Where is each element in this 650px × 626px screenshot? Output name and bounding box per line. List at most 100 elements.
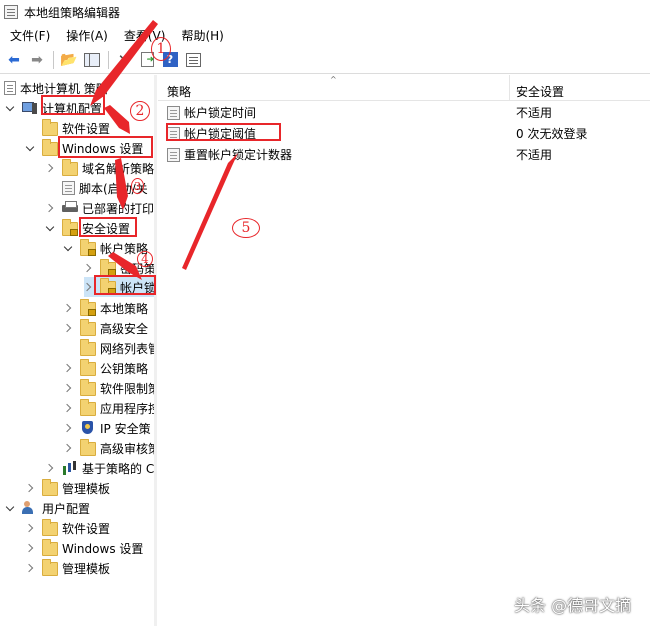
tree-label: 帐户策略 xyxy=(100,241,149,256)
tree-label: Windows 设置 xyxy=(62,541,144,556)
expand-chevron-icon[interactable] xyxy=(26,563,36,573)
expand-chevron-icon[interactable] xyxy=(6,503,16,513)
tree-item-user-windows-settings[interactable]: Windows 设置 xyxy=(26,538,143,558)
expand-chevron-icon[interactable] xyxy=(26,543,36,553)
expand-chevron-icon[interactable] xyxy=(46,203,56,213)
expand-chevron-icon[interactable] xyxy=(64,303,74,313)
tree-item-local-policies[interactable]: 本地策略 xyxy=(64,298,148,318)
tree-label: 安全设置 xyxy=(82,221,131,236)
tree-item-scripts[interactable]: 脚本(启动/关 xyxy=(62,178,148,198)
tree-label: 高级安全 xyxy=(100,321,149,336)
expand-chevron-icon[interactable] xyxy=(64,423,74,433)
tree-item-account-lockout[interactable]: 帐户锁 xyxy=(84,277,156,297)
tree-item-password-policy[interactable]: 密码策 xyxy=(84,258,156,278)
tree-item-advanced-audit[interactable]: 高级审核策 xyxy=(64,438,156,458)
tree-label: 应用程序控 xyxy=(100,401,157,416)
toolbar: ⬅ ➡ 📂 ✕ ? xyxy=(0,46,650,74)
tree-item-user-config[interactable]: 用户配置 xyxy=(6,498,90,518)
tree-label: 计算机配置 xyxy=(42,101,103,116)
expand-chevron-icon[interactable] xyxy=(26,143,36,153)
forward-arrow-icon[interactable]: ➡ xyxy=(26,49,48,71)
tree-item-computer-config[interactable]: 计算机配置 xyxy=(6,98,102,118)
sort-up-icon: ^ xyxy=(330,75,337,84)
folder-icon xyxy=(80,439,96,456)
column-header-label: 安全设置 xyxy=(516,85,565,99)
toolbar-separator xyxy=(53,50,54,69)
policy-name: 帐户锁定时间 xyxy=(184,106,257,120)
tree-item-security-settings[interactable]: 安全设置 xyxy=(46,218,130,238)
tree-item-admin-templates[interactable]: 管理模板 xyxy=(26,478,110,498)
expand-chevron-icon[interactable] xyxy=(64,323,74,333)
tree-item-software-settings[interactable]: 软件设置 xyxy=(42,118,110,138)
expand-chevron-icon[interactable] xyxy=(26,523,36,533)
scripts-icon xyxy=(62,181,75,195)
tree-item-advanced-security[interactable]: 高级安全 xyxy=(64,318,148,338)
tree-item-account-policies[interactable]: 帐户策略 xyxy=(64,238,148,258)
tree-item-deployed-printers[interactable]: 已部署的打印 xyxy=(46,198,154,218)
folder-icon xyxy=(42,559,58,576)
folder-icon xyxy=(80,379,96,396)
menu-action[interactable]: 操作(A) xyxy=(60,27,114,44)
help-icon: ? xyxy=(162,52,178,67)
policy-document-icon xyxy=(4,81,16,95)
folder-icon xyxy=(80,339,96,356)
tree-item-root[interactable]: 本地计算机 策略 xyxy=(4,78,108,98)
tree-item-app-control[interactable]: 应用程序控 xyxy=(64,398,157,418)
tree-item-user-software-settings[interactable]: 软件设置 xyxy=(26,518,110,538)
watermark-text: 头条 @德哥文摘 xyxy=(514,596,632,615)
export-list-button[interactable] xyxy=(136,49,158,71)
tree-scrollbar[interactable] xyxy=(154,75,157,626)
list-row[interactable]: 重置帐户锁定计数器 不适用 xyxy=(158,144,650,165)
expand-chevron-icon[interactable] xyxy=(6,103,16,113)
help-button[interactable]: ? xyxy=(159,49,181,71)
properties-button[interactable] xyxy=(182,49,204,71)
locked-folder-icon xyxy=(100,259,116,276)
app-icon xyxy=(4,5,18,19)
expand-chevron-icon[interactable] xyxy=(26,483,36,493)
tree-item-qos[interactable]: 基于策略的 C xyxy=(46,458,154,478)
tree-item-user-admin-templates[interactable]: 管理模板 xyxy=(26,558,110,578)
expand-chevron-icon[interactable] xyxy=(64,383,74,393)
delete-icon[interactable]: ✕ xyxy=(113,49,135,71)
toolbar-separator xyxy=(108,50,109,69)
tree-item-dns-policy[interactable]: 域名解析策略 xyxy=(46,158,154,178)
expand-chevron-icon[interactable] xyxy=(84,263,94,273)
tree-label: 用户配置 xyxy=(42,501,91,516)
tree-item-public-key[interactable]: 公钥策略 xyxy=(64,358,148,378)
show-hide-tree-button[interactable] xyxy=(81,49,103,71)
column-header-policy[interactable]: ^ 策略 xyxy=(158,75,510,101)
folder-icon xyxy=(42,539,58,556)
expand-chevron-icon[interactable] xyxy=(64,363,74,373)
tree-label: 帐户锁 xyxy=(119,280,156,295)
locked-folder-icon xyxy=(62,219,78,236)
expand-chevron-icon[interactable] xyxy=(64,243,74,253)
expand-chevron-icon[interactable] xyxy=(64,443,74,453)
tree-label: IP 安全策 xyxy=(100,421,151,436)
tree-item-network-list[interactable]: 网络列表管 xyxy=(80,338,156,358)
list-row[interactable]: 帐户锁定阈值 0 次无效登录 xyxy=(158,123,650,144)
folder-icon xyxy=(42,519,58,536)
list-row[interactable]: 帐户锁定时间 不适用 xyxy=(158,102,650,123)
tree-pane[interactable]: 本地计算机 策略 计算机配置 软件设置 Windows 设置 域名解析策略 脚本… xyxy=(0,75,157,626)
tree-item-software-restriction[interactable]: 软件限制策 xyxy=(64,378,156,398)
tree-label: 管理模板 xyxy=(62,561,111,576)
export-icon xyxy=(140,52,154,67)
tree-item-ip-security[interactable]: IP 安全策 xyxy=(64,418,151,438)
tree-label: 公钥策略 xyxy=(100,361,149,376)
menu-file[interactable]: 文件(F) xyxy=(4,27,56,44)
back-arrow-icon[interactable]: ⬅ xyxy=(3,49,25,71)
folder-icon xyxy=(62,159,78,176)
menu-view[interactable]: 查看(V) xyxy=(118,27,172,44)
expand-chevron-icon[interactable] xyxy=(46,223,56,233)
tree-item-windows-settings[interactable]: Windows 设置 xyxy=(26,138,143,158)
column-header-setting[interactable]: 安全设置 xyxy=(510,75,650,101)
tree-label: 基于策略的 C xyxy=(82,461,155,476)
menu-help[interactable]: 帮助(H) xyxy=(175,27,229,44)
up-folder-icon[interactable]: 📂 xyxy=(58,49,80,71)
expand-chevron-icon[interactable] xyxy=(84,282,94,292)
expand-chevron-icon[interactable] xyxy=(46,163,56,173)
tree-label: 域名解析策略 xyxy=(82,161,155,176)
expand-chevron-icon[interactable] xyxy=(46,463,56,473)
expand-chevron-icon[interactable] xyxy=(64,403,74,413)
policy-list-pane[interactable]: ^ 策略 安全设置 帐户锁定时间 不适用 帐户锁定阈值 0 次无效登录 重置帐户… xyxy=(158,75,650,626)
